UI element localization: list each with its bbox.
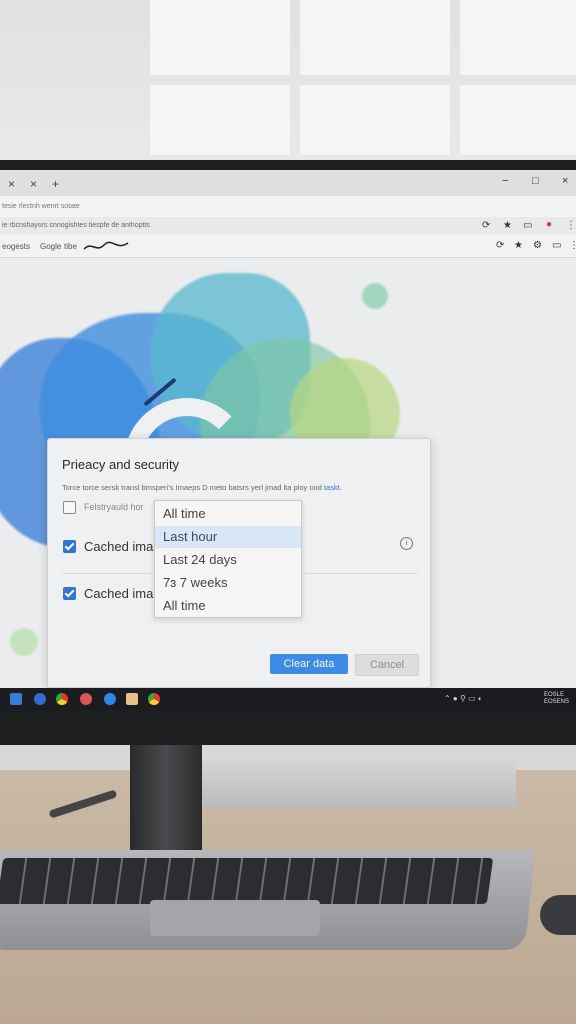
cached-files-checkbox[interactable] — [63, 587, 76, 600]
clock-line2: EOSENS — [544, 699, 570, 705]
chrome-icon[interactable] — [148, 693, 160, 705]
cancel-button[interactable]: Cancel — [355, 654, 419, 676]
tab-title[interactable]: tesie rlectnh wenrt sotate — [2, 203, 80, 210]
address-bar[interactable]: ie rbcnshayors cnnogishtes tiespfe de an… — [0, 217, 576, 235]
signature-mark — [83, 241, 129, 250]
reload-icon[interactable]: ⟳ — [482, 220, 490, 231]
edge-icon[interactable] — [34, 693, 46, 705]
time-range-option[interactable]: All time — [155, 595, 301, 617]
hero-blob — [10, 628, 38, 656]
info-icon[interactable]: i — [400, 537, 413, 550]
chrome-icon[interactable] — [56, 693, 68, 705]
folder-icon[interactable] — [126, 693, 138, 705]
bookmark-item[interactable]: eogests — [2, 242, 30, 251]
bookmark-item[interactable]: tibe — [64, 242, 77, 251]
window-pane — [150, 85, 290, 155]
menu-icon[interactable]: ⋮ — [569, 240, 576, 251]
browsing-history-checkbox[interactable] — [63, 501, 76, 514]
cached-files-label: Cached imag — [84, 586, 161, 601]
hero-blob — [362, 283, 388, 309]
clock-line1: EOSLE — [544, 692, 565, 698]
clear-data-button[interactable]: Clear data — [270, 654, 348, 674]
download-icon[interactable]: ⟳ — [496, 240, 504, 251]
profile-icon[interactable]: ● — [546, 219, 552, 230]
window-pane — [300, 85, 450, 155]
browsing-history-label: Felstryauld hor — [84, 502, 144, 512]
app-icon[interactable] — [80, 693, 92, 705]
desk-tray — [200, 758, 516, 808]
monitor-screen: × × + − □ × tesie rlectnh wenrt sotate i… — [0, 170, 576, 710]
trackpad — [150, 900, 320, 936]
close-window-button[interactable]: × — [562, 175, 568, 187]
minimize-button[interactable]: − — [502, 175, 508, 187]
tab-close-icon[interactable]: × — [30, 177, 37, 191]
window-pane — [150, 0, 290, 75]
window-pane — [460, 0, 576, 75]
time-range-option-selected[interactable]: Last hour — [155, 526, 301, 548]
window-pane — [460, 85, 576, 155]
star-icon[interactable]: ★ — [514, 240, 523, 251]
maximize-button[interactable]: □ — [532, 175, 539, 187]
dialog-title: Prieacy and security — [62, 457, 180, 472]
time-range-option[interactable]: All time — [155, 503, 301, 525]
new-tab-button[interactable]: + — [52, 177, 59, 191]
bookmarks-bar: eogests Gogle tibe ⟳ ★ ⚙ ▭ ⋮ — [0, 235, 576, 258]
bookmark-item[interactable]: Gogle — [40, 242, 61, 251]
system-tray-icons[interactable]: ⌃ ● ⚲ ▭ ◐ — [444, 694, 483, 703]
monitor-stand — [130, 740, 202, 850]
extension-icon[interactable]: ▭ — [523, 220, 532, 231]
address-text[interactable]: ie rbcnshayors cnnogishtes tiespfe de an… — [2, 222, 150, 229]
window-pane — [300, 0, 450, 75]
start-icon[interactable] — [10, 693, 22, 705]
cached-images-checkbox[interactable] — [63, 540, 76, 553]
app-icon[interactable] — [104, 693, 116, 705]
menu-icon[interactable]: ⋮ — [566, 220, 576, 231]
time-range-dropdown[interactable]: All time Last hour Last 24 days 7ɜ 7 wee… — [154, 500, 302, 618]
time-range-option[interactable]: 7ɜ 7 weeks — [155, 572, 301, 594]
time-range-option[interactable]: Last 24 days — [155, 549, 301, 571]
dialog-description-link[interactable]: taskt. — [324, 483, 342, 492]
mouse — [540, 895, 576, 935]
settings-icon[interactable]: ⚙ — [533, 240, 542, 251]
dialog-description-text: Torce torce sersk transl bmsperi's Imaep… — [62, 483, 322, 492]
tab-strip: × × + − □ × — [0, 170, 576, 196]
tab-title-bar: tesie rlectnh wenrt sotate — [0, 196, 576, 218]
tab-close-icon[interactable]: × — [8, 177, 15, 191]
dialog-description: Torce torce sersk transl bmsperi's Imaep… — [62, 483, 342, 492]
keyboard — [0, 858, 494, 904]
clock[interactable]: EOSLE EOSENS — [544, 692, 569, 706]
taskbar: ⌃ ● ⚲ ▭ ◐ EOSLE EOSENS — [0, 688, 576, 710]
window-icon[interactable]: ▭ — [552, 240, 561, 251]
cached-images-label: Cached imag — [84, 539, 161, 554]
star-icon[interactable]: ★ — [503, 220, 512, 231]
